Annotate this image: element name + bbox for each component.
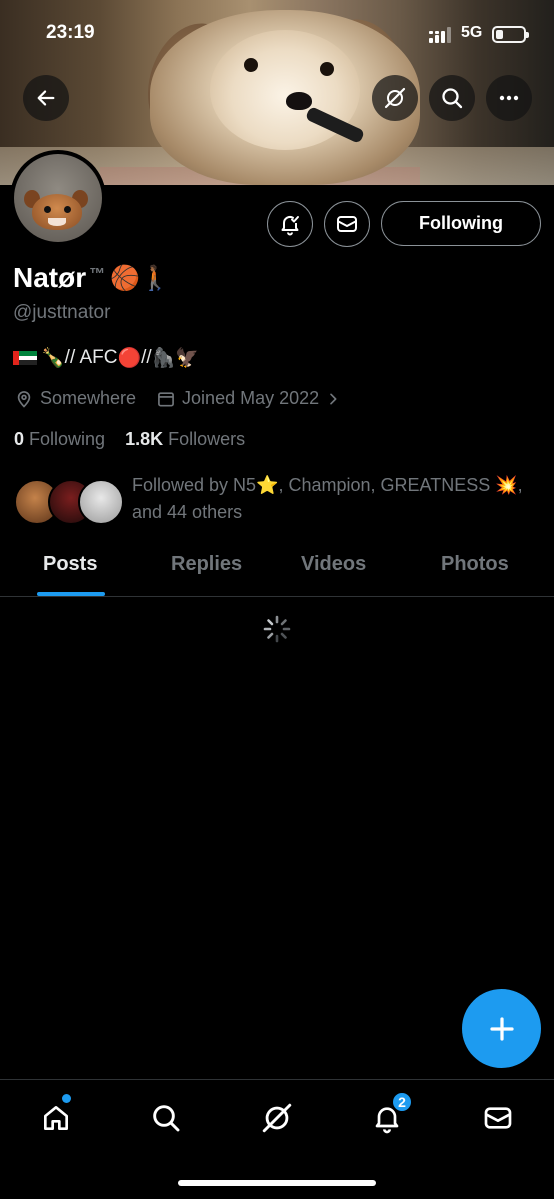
signal-icon (429, 27, 451, 43)
following-count: 0 (14, 429, 25, 449)
nav-messages[interactable] (478, 1098, 518, 1138)
profile-name: Natør ™ 🏀🚶🏾 (13, 262, 170, 294)
nav-home[interactable] (36, 1094, 76, 1138)
active-tab-indicator (37, 592, 105, 596)
bell-check-icon (281, 216, 299, 236)
location-text: Somewhere (40, 388, 137, 408)
location: Somewhere (14, 388, 136, 409)
tab-photos[interactable]: Photos (441, 553, 509, 576)
search-icon (442, 88, 463, 109)
home-icon (44, 1106, 68, 1130)
avatar (78, 479, 124, 525)
bio-text: // AFC (64, 347, 118, 368)
uae-flag-icon (13, 351, 37, 365)
profile-bio: 🍾 // AFC 🔴 // 🦍🦅 (13, 346, 199, 370)
status-bar: 23:19 5G (0, 22, 554, 48)
following-button[interactable]: Following (381, 201, 541, 246)
search-icon (153, 1105, 180, 1132)
following-count-link[interactable]: 0 Following (14, 429, 105, 449)
tab-replies[interactable]: Replies (171, 553, 242, 576)
bio-emoji: 🦍🦅 (151, 348, 200, 369)
compose-button[interactable] (462, 989, 541, 1068)
mail-icon (337, 216, 357, 232)
grok-icon (262, 1103, 292, 1133)
tab-posts[interactable]: Posts (43, 553, 97, 576)
banner-dog-nose (286, 92, 312, 110)
tab-videos[interactable]: Videos (301, 553, 366, 576)
network-type: 5G (461, 24, 483, 41)
status-time: 23:19 (46, 22, 95, 43)
followers-count: 1.8K (125, 429, 164, 449)
banner-dog-eye (244, 58, 258, 72)
display-name: Natør (13, 262, 87, 293)
joined-text: Joined May 2022 (182, 388, 320, 408)
follow-counts: 0 Following 1.8K Followers (14, 429, 245, 450)
followers-count-link[interactable]: 1.8K Followers (125, 429, 245, 449)
following-label: Following (29, 429, 106, 449)
battery-icon (492, 26, 529, 43)
trademark-suffix: ™ (89, 266, 106, 283)
followers-label: Followers (168, 429, 246, 449)
location-pin-icon (17, 390, 31, 408)
nav-notifications[interactable]: 2 (367, 1091, 413, 1138)
bio-emoji: 🍾 (41, 348, 65, 369)
joined-date[interactable]: Joined May 2022 (156, 388, 341, 409)
more-icon (499, 95, 519, 101)
mail-icon (484, 1107, 512, 1129)
grok-button[interactable] (372, 75, 418, 121)
profile-handle: @justtnator (13, 302, 111, 323)
plus-icon (489, 1016, 514, 1041)
calendar-icon (158, 391, 174, 406)
followed-by-avatars[interactable] (14, 479, 124, 525)
nav-grok[interactable] (257, 1098, 297, 1138)
banner-dog-eye (320, 62, 334, 76)
more-button[interactable] (486, 75, 532, 121)
home-unread-dot (62, 1094, 71, 1103)
bio-text: // (141, 347, 152, 368)
followed-by-text[interactable]: Followed by N5⭐, Champion, GREATNESS 💥, … (132, 472, 542, 526)
search-button[interactable] (429, 75, 475, 121)
back-button[interactable] (23, 75, 69, 121)
grok-icon (384, 87, 406, 109)
home-indicator[interactable] (178, 1180, 376, 1186)
message-button[interactable] (324, 201, 370, 247)
notify-button[interactable] (267, 201, 313, 247)
name-emojis: 🏀🚶🏾 (110, 264, 170, 292)
profile-avatar[interactable] (10, 150, 106, 246)
notifications-badge: 2 (391, 1091, 413, 1113)
bio-emoji: 🔴 (117, 348, 142, 369)
chevron-right-icon (330, 393, 337, 404)
arrow-left-icon (37, 90, 55, 106)
nav-search[interactable] (146, 1098, 186, 1138)
profile-meta: Somewhere Joined May 2022 (14, 388, 361, 409)
profile-tabs: Posts Replies Videos Photos (0, 535, 554, 597)
loading-spinner-icon (263, 615, 291, 643)
